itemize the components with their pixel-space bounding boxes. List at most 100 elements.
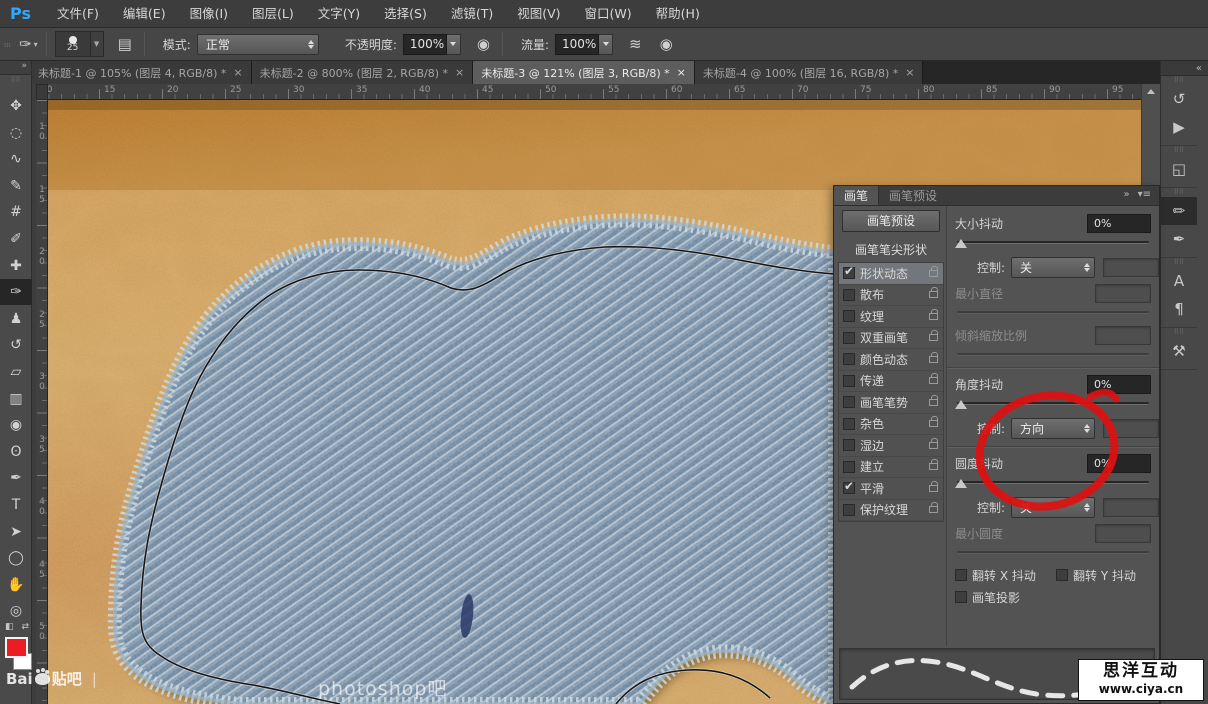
brush-presets-button[interactable]: 画笔预设	[842, 210, 940, 232]
brush-panel-icon[interactable]: ✏	[1161, 197, 1197, 225]
brush-option-row[interactable]: 保护纹理	[839, 500, 943, 522]
dock-collapse-button[interactable]: «	[1161, 61, 1208, 76]
blur-tool[interactable]: ◉	[0, 412, 32, 438]
option-checkbox[interactable]	[843, 461, 855, 473]
option-checkbox[interactable]	[843, 504, 855, 516]
brush-option-row[interactable]: 散布	[839, 285, 943, 307]
menu-item[interactable]: 图层(L)	[240, 0, 306, 28]
angle-jitter-value[interactable]: 0%	[1087, 375, 1151, 394]
scroll-up-arrow-icon[interactable]	[1142, 84, 1160, 99]
document-tab[interactable]: 未标题-1 @ 105% (图层 4, RGB/8) *×	[30, 61, 252, 84]
character-panel-icon[interactable]: A	[1161, 267, 1197, 295]
pen-tool[interactable]: ✒	[0, 465, 32, 491]
size-pressure-icon[interactable]: ◉	[656, 35, 677, 53]
brush-option-row[interactable]: 传递	[839, 371, 943, 393]
lock-icon[interactable]	[929, 377, 938, 384]
menu-item[interactable]: 选择(S)	[372, 0, 439, 28]
roundness-jitter-slider[interactable]	[955, 476, 1151, 490]
dock-grip-handle[interactable]: ⠿⠿	[1161, 188, 1197, 197]
toolbar-collapse-button[interactable]: »	[0, 61, 31, 75]
eraser-tool[interactable]: ▱	[0, 359, 32, 385]
brush-tool-preset-icon[interactable]: ✑	[15, 35, 36, 53]
quick-selection-tool[interactable]: ✎	[0, 173, 32, 199]
dock-grip-handle[interactable]: ⠿⠿	[1161, 328, 1197, 337]
menu-item[interactable]: 编辑(E)	[111, 0, 178, 28]
brush-option-row[interactable]: 建立	[839, 457, 943, 479]
angle-jitter-slider[interactable]	[955, 397, 1151, 411]
brush-tip-shape-item[interactable]: 画笔笔尖形状	[838, 240, 944, 260]
lock-icon[interactable]	[929, 356, 938, 363]
lock-icon[interactable]	[929, 270, 938, 277]
crop-tool[interactable]: #	[0, 199, 32, 225]
eyedropper-tool[interactable]: ✐	[0, 226, 32, 252]
lock-icon[interactable]	[929, 442, 938, 449]
lock-icon[interactable]	[929, 420, 938, 427]
option-checkbox[interactable]: ✔	[843, 482, 855, 494]
option-checkbox[interactable]	[843, 332, 855, 344]
brush-option-row[interactable]: 杂色	[839, 414, 943, 436]
airbrush-icon[interactable]: ≋	[625, 35, 646, 53]
flow-input[interactable]: 100%	[555, 34, 599, 55]
brush-size-picker[interactable]: 25	[55, 31, 91, 57]
opacity-pressure-icon[interactable]: ◉	[473, 35, 494, 53]
brush-tool[interactable]: ✑	[0, 279, 32, 305]
lock-icon[interactable]	[929, 485, 938, 492]
zoom-tool[interactable]: ◎	[0, 598, 32, 624]
gradient-tool[interactable]: ▥	[0, 386, 32, 412]
tab-close-icon[interactable]: ×	[905, 66, 914, 79]
option-checkbox[interactable]	[843, 375, 855, 387]
size-jitter-value[interactable]: 0%	[1087, 214, 1151, 233]
size-jitter-slider[interactable]	[955, 236, 1151, 250]
roundness-jitter-value[interactable]: 0%	[1087, 454, 1151, 473]
hand-tool[interactable]: ✋	[0, 572, 32, 598]
document-tab[interactable]: 未标题-4 @ 100% (图层 16, RGB/8) *×	[695, 61, 924, 84]
lock-icon[interactable]	[929, 291, 938, 298]
option-checkbox[interactable]	[843, 418, 855, 430]
default-colors-icon[interactable]: ◧	[5, 622, 14, 632]
menu-item[interactable]: 帮助(H)	[644, 0, 712, 28]
menu-item[interactable]: 图像(I)	[178, 0, 240, 28]
brush-option-row[interactable]: ✔形状动态	[839, 263, 943, 285]
brush-option-row[interactable]: 纹理	[839, 306, 943, 328]
toolbar-grip-handle[interactable]: ⠿⠿	[0, 75, 31, 85]
properties-panel-icon[interactable]: ◱	[1161, 155, 1197, 183]
option-checkbox[interactable]	[843, 289, 855, 301]
roundness-control-select[interactable]: 关	[1011, 497, 1095, 518]
menu-item[interactable]: 窗口(W)	[573, 0, 644, 28]
move-tool[interactable]: ✥	[0, 93, 32, 119]
healing-brush-tool[interactable]: ✚	[0, 253, 32, 279]
lock-icon[interactable]	[929, 313, 938, 320]
brush-option-row[interactable]: 颜色动态	[839, 349, 943, 371]
menu-item[interactable]: 滤镜(T)	[439, 0, 505, 28]
brush-option-row[interactable]: 双重画笔	[839, 328, 943, 350]
opacity-dropdown-button[interactable]	[447, 34, 461, 55]
flip-x-checkbox[interactable]	[955, 569, 967, 581]
lock-icon[interactable]	[929, 506, 938, 513]
panel-expand-icon[interactable]: »	[1123, 189, 1129, 205]
dodge-tool[interactable]: ʘ	[0, 439, 32, 465]
paragraph-panel-icon[interactable]: ¶	[1161, 295, 1197, 323]
options-grip-handle[interactable]: ⠿	[2, 42, 11, 47]
type-tool[interactable]: T	[0, 492, 32, 518]
opacity-input[interactable]: 100%	[403, 34, 447, 55]
menu-item[interactable]: 文字(Y)	[306, 0, 372, 28]
tab-close-icon[interactable]: ×	[455, 66, 464, 79]
toggle-brush-panel-icon[interactable]: ▤	[114, 35, 136, 53]
dock-grip-handle[interactable]: ⠿⠿	[1161, 76, 1197, 85]
vertical-ruler[interactable]: 101520253035404550	[36, 100, 48, 704]
brush-option-row[interactable]: ✔平滑	[839, 478, 943, 500]
dock-grip-handle[interactable]: ⠿⠿	[1161, 258, 1197, 267]
actions-panel-icon[interactable]: ▶	[1161, 113, 1197, 141]
brush-option-row[interactable]: 湿边	[839, 435, 943, 457]
lock-icon[interactable]	[929, 399, 938, 406]
lock-icon[interactable]	[929, 463, 938, 470]
tool-presets-panel-icon[interactable]: ⚒	[1161, 337, 1197, 365]
tab-close-icon[interactable]: ×	[677, 66, 686, 79]
tab-brush[interactable]: 画笔	[834, 186, 879, 205]
brush-option-row[interactable]: 画笔笔势	[839, 392, 943, 414]
option-checkbox[interactable]	[843, 439, 855, 451]
document-tab[interactable]: 未标题-2 @ 800% (图层 2, RGB/8) *×	[252, 61, 474, 84]
dock-grip-handle[interactable]: ⠿⠿	[1161, 146, 1197, 155]
menu-item[interactable]: 文件(F)	[45, 0, 111, 28]
clone-stamp-tool[interactable]: ♟	[0, 306, 32, 332]
